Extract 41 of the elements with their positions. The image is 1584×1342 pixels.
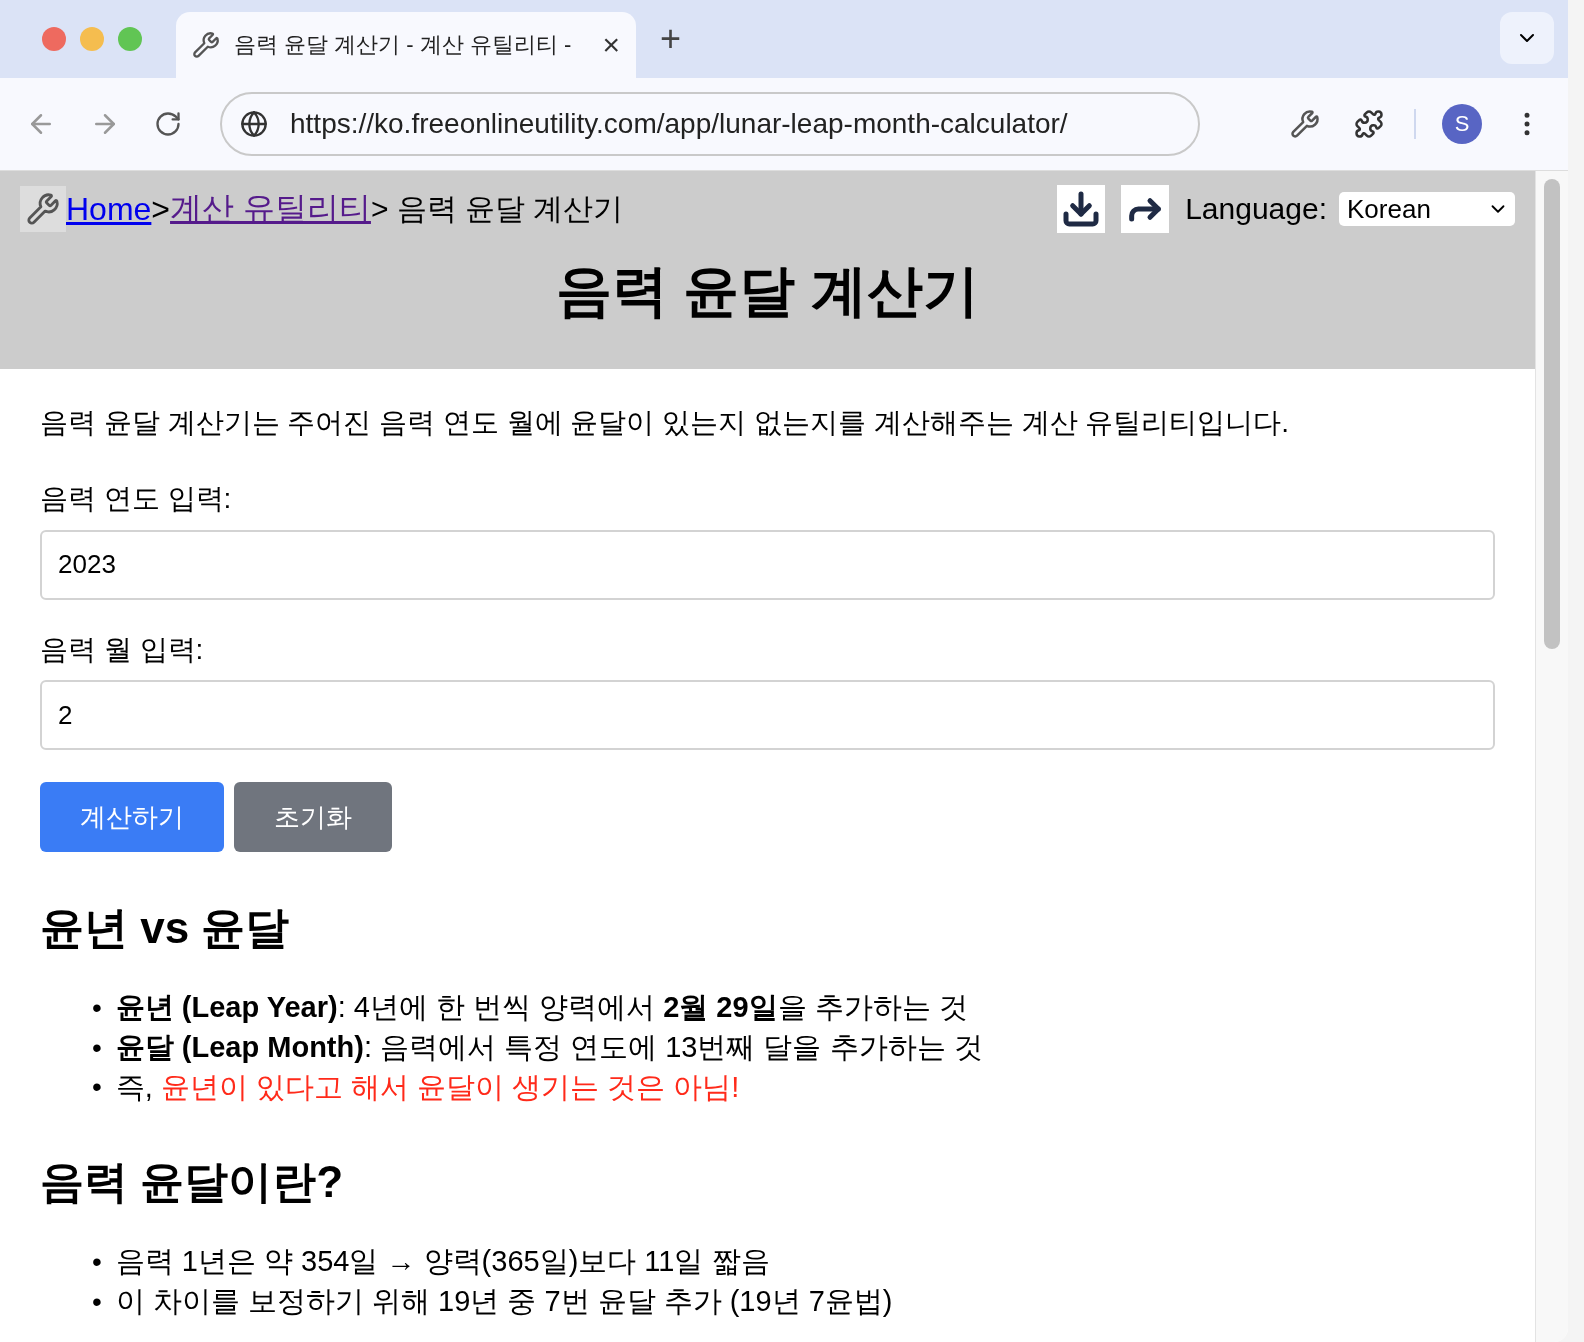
bullet: • [92, 990, 102, 1025]
browser-tab[interactable]: 음력 윤달 계산기 - 계산 유틸리티 - × [176, 12, 636, 78]
wrench-icon[interactable] [1290, 109, 1320, 139]
tab-title: 음력 윤달 계산기 - 계산 유틸리티 - [234, 31, 573, 59]
scrollbar[interactable] [1544, 179, 1560, 649]
bullet: • [92, 1244, 102, 1279]
language-label: Language: [1185, 192, 1327, 226]
section-heading: 윤년 vs 윤달 [40, 902, 291, 955]
puzzle-icon[interactable] [1354, 109, 1384, 139]
wrench-icon [192, 31, 220, 59]
globe-icon [240, 110, 268, 138]
new-tab-button[interactable]: + [646, 18, 696, 60]
input-field[interactable]: 2 [40, 680, 1495, 751]
list-item: 음력 1년은 약 354일 → 양력(365일)보다 11일 짧음 [115, 1244, 770, 1280]
breadcrumb-link[interactable]: 계산 유틸리티 [170, 187, 371, 231]
reload-icon[interactable] [154, 110, 182, 138]
bullet: • [92, 1284, 102, 1319]
page-title: 음력 윤달 계산기 [554, 258, 981, 324]
field-label: 음력 월 입력: [40, 632, 205, 667]
breadcrumb-current: > 음력 윤달 계산기 [370, 190, 624, 227]
profile-avatar[interactable]: S [1442, 104, 1482, 144]
calculate-button[interactable]: 계산하기 [40, 782, 224, 853]
wrench-icon [20, 186, 66, 232]
breadcrumb-separator: > [151, 190, 171, 228]
bullet: • [92, 1070, 102, 1105]
list-item: 즉, 윤년이 있다고 해서 윤달이 생기는 것은 아님! [115, 1069, 740, 1105]
description: 음력 윤달 계산기는 주어진 음력 연도 월에 윤달이 있는지 없는지를 계산해주는 계산 유틸리티입니다. [40, 406, 1291, 440]
section-heading: 음력 윤달이란? [40, 1156, 345, 1209]
list-item: 윤달 (Leap Month): 음력에서 특정 연도에 13번째 달을 추가하는 것 [115, 1029, 983, 1065]
breadcrumb-link[interactable]: Home [66, 190, 152, 228]
list-item: 이 차이를 보정하기 위해 19년 중 7번 윤달 추가 (19년 7윤법) [115, 1283, 893, 1319]
language-select[interactable]: Korean [1339, 192, 1515, 226]
list-item: 윤년 (Leap Year): 4년에 한 번씩 양력에서 2월 29일을 추가하는 것 [115, 990, 968, 1026]
close-tab-button[interactable]: × [602, 30, 620, 60]
download-icon[interactable] [1057, 185, 1106, 233]
field-label: 음력 연도 입력: [40, 482, 233, 517]
reset-button[interactable]: 초기화 [234, 782, 392, 853]
input-field[interactable]: 2023 [40, 529, 1495, 600]
bullet: • [92, 1030, 102, 1065]
address-bar[interactable]: https://ko.freeonlineutility.com/app/lunar-leap-month-calculator/ [220, 92, 1200, 156]
share-icon[interactable] [1121, 185, 1170, 233]
